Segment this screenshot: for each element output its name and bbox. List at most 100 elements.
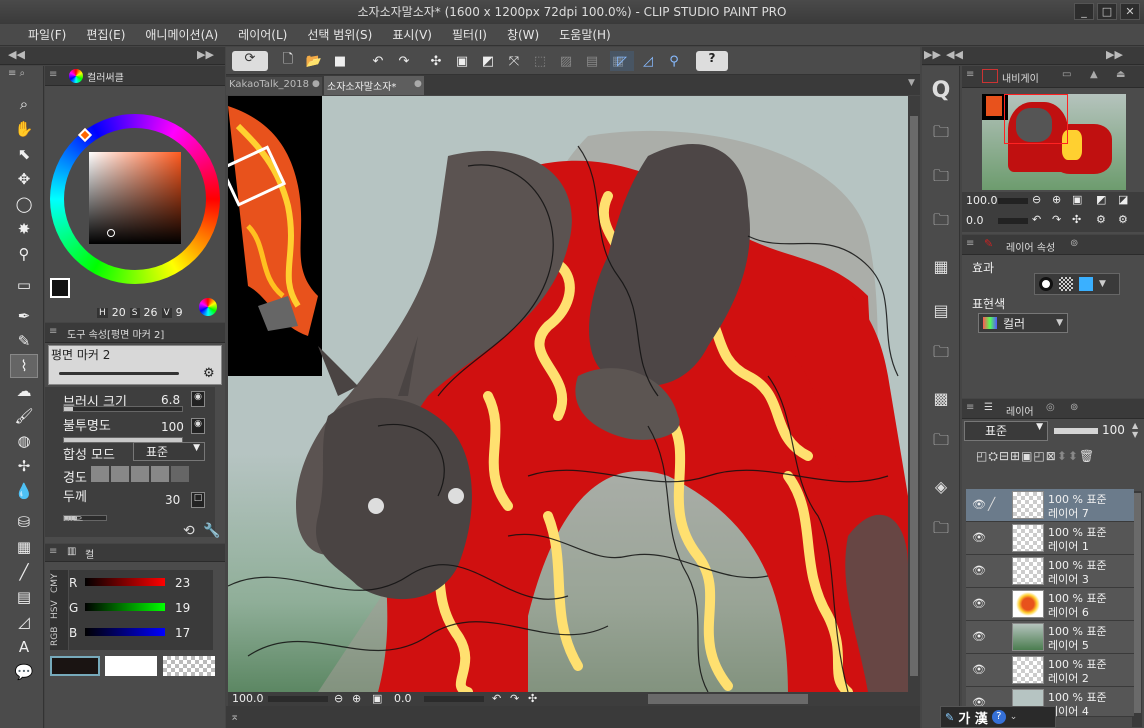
- rotate-left-icon[interactable]: ↶: [492, 692, 501, 705]
- material-frame-icon[interactable]: ▤: [925, 294, 957, 326]
- layer-blend-select[interactable]: 표준 ▼: [964, 421, 1048, 441]
- material-folder-icon[interactable]: 🗀: [925, 118, 957, 150]
- r-slider[interactable]: [85, 578, 165, 586]
- canvas[interactable]: [228, 96, 908, 692]
- snap-special-ruler-icon[interactable]: ◿: [636, 51, 660, 71]
- ruler-tool-icon[interactable]: ◿: [10, 610, 38, 634]
- info-tab-icon[interactable]: ▲: [1090, 69, 1098, 80]
- menu-edit[interactable]: 편집(E): [76, 26, 135, 43]
- pencil-tool-icon[interactable]: ✎: [10, 329, 38, 353]
- vertical-scrollbar[interactable]: [908, 96, 920, 692]
- undo-icon[interactable]: ↶: [366, 51, 390, 71]
- merge-visible-icon[interactable]: ⬍: [1068, 449, 1078, 463]
- transform-icon[interactable]: ⤧: [502, 51, 526, 71]
- material-tone-icon[interactable]: ▦: [925, 250, 957, 282]
- move-layer-tool-icon[interactable]: ✥: [10, 167, 38, 191]
- snap-grid-icon[interactable]: ⚲: [662, 51, 686, 71]
- ime-indicator[interactable]: ✎ 가 漢 ? ⌄: [940, 706, 1056, 728]
- chevron-down-icon[interactable]: ⌄: [1010, 712, 1018, 722]
- open-file-icon[interactable]: 📂: [302, 51, 326, 71]
- main-color-box[interactable]: [50, 656, 100, 676]
- help-icon[interactable]: ?: [991, 710, 1006, 724]
- zoom-tool-icon[interactable]: ⌕: [10, 92, 38, 116]
- sub-color-box[interactable]: [105, 656, 157, 676]
- pressure-icon[interactable]: ◉: [191, 418, 205, 434]
- sub-view-tab-icon[interactable]: ▭: [1062, 69, 1071, 80]
- fill-icon[interactable]: ◩: [476, 51, 500, 71]
- opacity-value[interactable]: 100: [161, 420, 184, 434]
- layer-row[interactable]: 👁 ╱ 100 % 표준 레이어 7: [966, 489, 1134, 522]
- zoom-in-icon[interactable]: ⊕: [1052, 193, 1061, 206]
- bucket-tool-icon[interactable]: ⛁: [10, 510, 38, 534]
- minimize-button[interactable]: _: [1074, 3, 1094, 20]
- navigator-zoom-value[interactable]: 100.0: [966, 194, 998, 207]
- animation-cel-tab-icon[interactable]: ◎: [1046, 402, 1055, 413]
- menu-icon[interactable]: ≡: [49, 546, 57, 557]
- clip-to-lower-icon[interactable]: ◰: [976, 449, 987, 463]
- rgb-tab[interactable]: RGB: [50, 627, 68, 646]
- marker-tool-icon[interactable]: ⌇: [10, 354, 38, 378]
- eye-icon[interactable]: 👁: [972, 597, 986, 610]
- material-pattern-icon[interactable]: 🗀: [925, 206, 957, 238]
- tab-close-icon[interactable]: ●: [312, 79, 320, 89]
- layer-opacity-slider[interactable]: [1054, 428, 1098, 434]
- eye-icon[interactable]: 👁: [972, 663, 986, 676]
- collapse-right-icon[interactable]: ▶▶: [924, 48, 941, 61]
- horizontal-scroll-thumb[interactable]: [648, 694, 808, 704]
- layer-tab[interactable]: 레이어: [1006, 403, 1034, 418]
- deselect-icon[interactable]: ⬚: [528, 51, 552, 71]
- gradient-tool-icon[interactable]: ▦: [10, 535, 38, 559]
- menu-help[interactable]: 도움말(H): [549, 26, 621, 43]
- lasso-tool-icon[interactable]: ◯: [10, 192, 38, 216]
- eye-icon[interactable]: 👁: [972, 531, 986, 544]
- search-layer-tab-icon[interactable]: ⊚: [1070, 238, 1078, 249]
- clip-studio-icon[interactable]: ⟳: [232, 51, 268, 71]
- operation-tool-icon[interactable]: ⬉: [10, 142, 38, 166]
- save-icon[interactable]: ■: [328, 51, 352, 71]
- navigator-view-frame[interactable]: [1004, 94, 1068, 144]
- layer-property-tab[interactable]: 레이어 속성: [1006, 239, 1055, 254]
- zoom-in-icon[interactable]: ⊕: [352, 692, 361, 705]
- navigator-preview[interactable]: [982, 94, 1126, 190]
- reset-settings-icon[interactable]: ⟲: [183, 523, 195, 539]
- decoration-tool-icon[interactable]: ✢: [10, 454, 38, 478]
- border-effect-icon[interactable]: [1039, 277, 1053, 291]
- close-button[interactable]: ✕: [1120, 3, 1140, 20]
- hsv-tab[interactable]: HSV: [50, 601, 68, 620]
- hand-tool-icon[interactable]: ✋: [10, 117, 38, 141]
- pressure-icon[interactable]: □: [191, 492, 205, 508]
- thickness-value[interactable]: 30: [165, 493, 180, 507]
- color-mode-tabs[interactable]: RGB HSV CMY: [50, 570, 68, 650]
- snap-ruler-icon[interactable]: ◸: [610, 51, 634, 71]
- draft-layer-icon[interactable]: ⊟: [999, 449, 1009, 463]
- brush-size-slider[interactable]: [63, 406, 183, 412]
- opacity-spinner[interactable]: ▲ ▼: [1132, 421, 1138, 439]
- b-slider[interactable]: [85, 628, 165, 636]
- reset-rotate-icon[interactable]: ✣: [528, 692, 537, 705]
- color-circle-tab[interactable]: 컬러써클: [87, 69, 124, 84]
- redo-icon[interactable]: ↷: [392, 51, 416, 71]
- rotate-right-icon[interactable]: ↷: [1052, 213, 1061, 226]
- material-object-icon[interactable]: 🗀: [925, 426, 957, 458]
- eyedropper-tool-icon[interactable]: ⚲: [10, 242, 38, 266]
- zoom-out-icon[interactable]: ⊖: [334, 692, 343, 705]
- expression-color-select[interactable]: 컬러 ▼: [978, 313, 1068, 333]
- menu-icon[interactable]: ≡: [49, 69, 57, 80]
- material-background-icon[interactable]: ▩: [925, 382, 957, 414]
- brush-tool-icon[interactable]: 🖌: [10, 404, 38, 428]
- rotate-right-icon[interactable]: ↷: [510, 692, 519, 705]
- transparent-color-box[interactable]: [163, 656, 215, 676]
- expand-right-icon[interactable]: ◀◀: [946, 48, 963, 61]
- magic-wand-tool-icon[interactable]: ✸: [10, 217, 38, 241]
- blend-tool-icon[interactable]: ◍: [10, 429, 38, 453]
- color-slider-tab-icon[interactable]: ▥: [67, 546, 76, 557]
- lock-transparency-icon[interactable]: ▣: [1021, 449, 1032, 463]
- zoom-value[interactable]: 100.0: [232, 692, 264, 705]
- flip-horizontal-icon[interactable]: ◩: [1096, 193, 1106, 206]
- menu-layer[interactable]: 레이어(L): [228, 26, 297, 43]
- fit-icon[interactable]: ▣: [372, 692, 382, 705]
- menu-icon[interactable]: ≡: [966, 402, 974, 413]
- lock-layer-icon[interactable]: ⊞: [1010, 449, 1020, 463]
- menu-icon[interactable]: ≡: [49, 326, 57, 337]
- collapse-far-right-icon[interactable]: ▶▶: [1106, 48, 1123, 61]
